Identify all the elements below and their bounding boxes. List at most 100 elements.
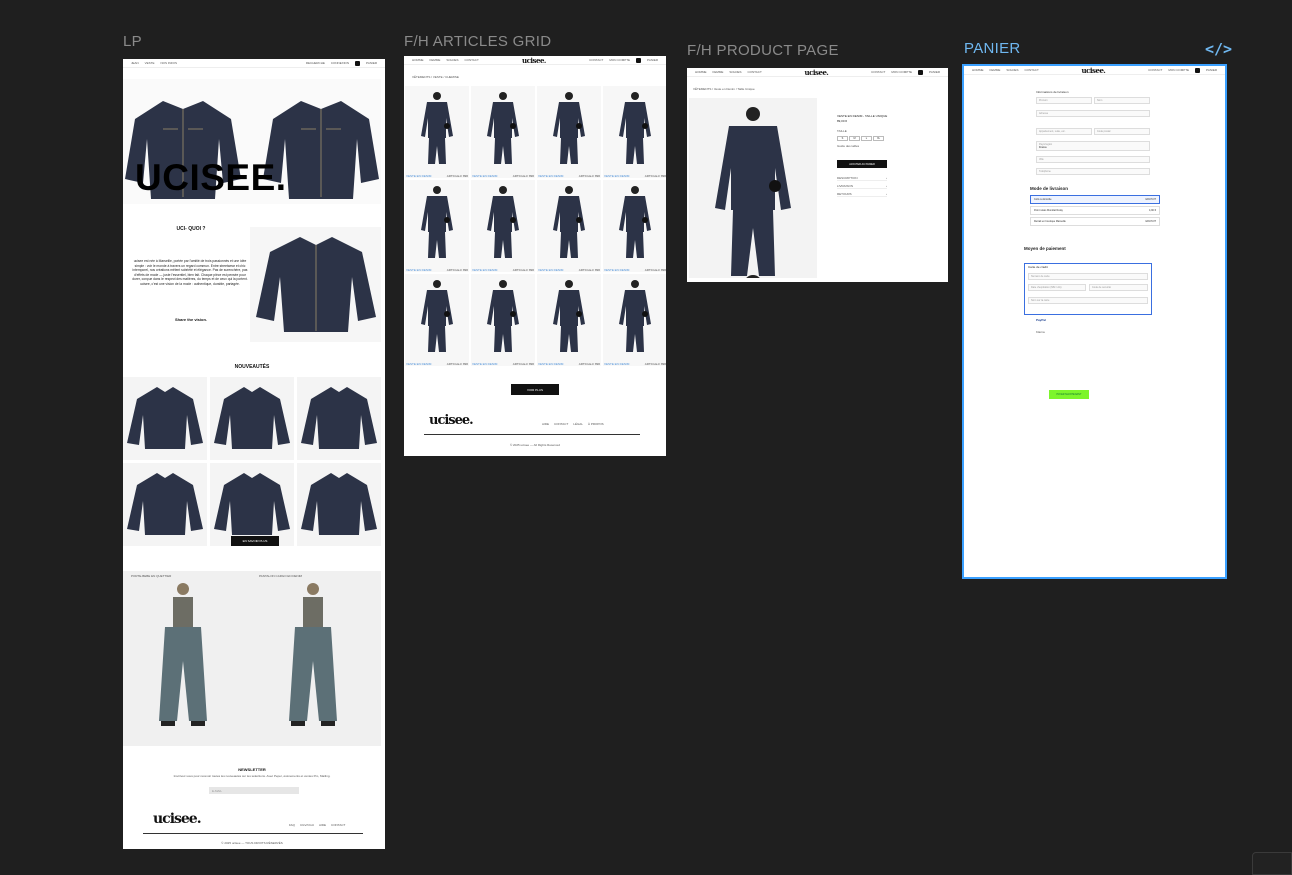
product-name[interactable]: VESTE EN DENIM: [406, 174, 431, 178]
footer-link[interactable]: AIDE: [542, 422, 549, 426]
lp-nav-item[interactable]: NOS INFOS: [161, 61, 178, 65]
product-name[interactable]: VESTE EN DENIM: [472, 174, 497, 178]
footer-link[interactable]: AIDE: [319, 823, 326, 827]
product-card[interactable]: [297, 377, 381, 460]
lp-nav-item[interactable]: VESTE: [145, 61, 155, 65]
frame-title-pdp[interactable]: F/H PRODUCT PAGE: [687, 42, 839, 59]
shipping-option-store[interactable]: Retrait en boutique Marseille GRATUIT: [1030, 217, 1160, 226]
lp-nav-item[interactable]: PANIER: [366, 61, 377, 65]
product-name[interactable]: VESTE EN DENIM: [406, 362, 431, 366]
pdp-nav-item[interactable]: CONTACT: [748, 70, 762, 74]
panier-nav-item[interactable]: MON COMPTE: [1168, 68, 1189, 72]
size-option[interactable]: S: [837, 136, 848, 141]
first-name-field[interactable]: Prénom: [1036, 97, 1092, 104]
bag-icon[interactable]: [636, 57, 642, 63]
product-name[interactable]: VESTE EN DENIM: [538, 268, 563, 272]
pay-now-button[interactable]: PAYER MAINTENANT: [1049, 390, 1089, 399]
lp-nav-item[interactable]: JEAN: [131, 61, 139, 65]
card-name-field[interactable]: Nom sur la carte: [1028, 297, 1148, 304]
size-option[interactable]: L: [861, 136, 872, 141]
bag-icon[interactable]: [355, 60, 361, 66]
address-field[interactable]: Adresse: [1036, 110, 1150, 117]
frame-title-grid[interactable]: F/H ARTICLES GRID: [404, 33, 551, 50]
country-select[interactable]: Pays/région France: [1036, 141, 1150, 151]
apartment-field[interactable]: Appartement, suite, etc.: [1036, 128, 1092, 135]
footer-link[interactable]: CGV/CGU: [300, 823, 314, 827]
canvas-corner-widget[interactable]: [1252, 852, 1292, 875]
product-card[interactable]: [123, 377, 207, 460]
grid-nav-item[interactable]: SOLDES: [446, 58, 458, 62]
product-name[interactable]: VESTE EN DENIM: [604, 362, 629, 366]
add-to-cart-button[interactable]: AJOUTER AU PANIER: [837, 160, 887, 168]
product-card[interactable]: VESTE EN DENIM ARTICLE-F 89€: [405, 274, 469, 366]
frame-grid[interactable]: HOMME FEMME SOLDES CONTACT ucisee. CONTA…: [404, 56, 666, 456]
footer-link[interactable]: CONTACT: [331, 823, 345, 827]
frame-pdp[interactable]: HOMME FEMME SOLDES CONTACT ucisee. CONTA…: [687, 68, 948, 282]
pdp-logo[interactable]: ucisee.: [805, 68, 829, 77]
card-number-field[interactable]: Numéro de carte: [1028, 273, 1148, 280]
pdp-nav-item[interactable]: HOMME: [695, 70, 707, 74]
product-card[interactable]: VESTE EN DENIM ARTICLE-F 89€: [471, 86, 535, 178]
product-name[interactable]: VESTE EN DENIM: [406, 268, 431, 272]
frame-lp[interactable]: JEAN VESTE NOS INFOS RECHERCHE CONNEXION…: [123, 59, 385, 849]
grid-nav-item[interactable]: CONTACT: [465, 58, 479, 62]
shipping-option-home[interactable]: Colis à domicile GRATUIT: [1030, 195, 1160, 204]
product-card[interactable]: [210, 377, 294, 460]
product-card[interactable]: VESTE EN DENIM ARTICLE-F 89€: [405, 180, 469, 272]
shop-more-button[interactable]: EN SAVOIR PLUS: [231, 536, 279, 546]
product-card[interactable]: VESTE EN DENIM ARTICLE-F 89€: [471, 274, 535, 366]
panier-nav-item[interactable]: PANIER: [1206, 68, 1217, 72]
grid-footer-logo[interactable]: ucisee.: [429, 413, 474, 428]
grid-nav-item[interactable]: FEMME: [430, 58, 441, 62]
pdp-breadcrumb[interactable]: VÊTEMENTS / Veste en Denim / Taille Uniq…: [693, 87, 755, 91]
size-option[interactable]: M: [849, 136, 860, 141]
card-label[interactable]: Carte de crédit: [1028, 265, 1048, 269]
lp-nav-item[interactable]: CONNEXION: [331, 61, 349, 65]
code-view-icon[interactable]: </>: [1205, 40, 1232, 58]
accordion-shipping[interactable]: LIVRAISON ›: [837, 184, 887, 189]
pdp-nav-item[interactable]: PANIER: [929, 70, 940, 74]
product-card[interactable]: VESTE EN DENIM ARTICLE-F 89€: [603, 274, 666, 366]
accordion-description[interactable]: DESCRIPTION ›: [837, 176, 887, 181]
pdp-nav-item[interactable]: CONTACT: [871, 70, 885, 74]
grid-nav-item[interactable]: CONTACT: [589, 58, 603, 62]
product-card[interactable]: VESTE EN DENIM ARTICLE-F 89€: [537, 274, 601, 366]
product-name[interactable]: VESTE EN DENIM: [604, 174, 629, 178]
accordion-returns[interactable]: RETOURS ›: [837, 192, 887, 197]
panier-nav-item[interactable]: CONTACT: [1025, 68, 1039, 72]
grid-logo[interactable]: ucisee.: [522, 56, 546, 65]
product-card[interactable]: VESTE EN DENIM ARTICLE-F 89€: [603, 86, 666, 178]
product-name[interactable]: VESTE EN DENIM: [472, 268, 497, 272]
grid-nav-item[interactable]: PANIER: [647, 58, 658, 62]
panier-nav-item[interactable]: SOLDES: [1006, 68, 1018, 72]
product-name[interactable]: VESTE EN DENIM: [538, 174, 563, 178]
footer-logo[interactable]: ucisee.: [153, 811, 202, 827]
postal-code-field[interactable]: Code postal: [1094, 128, 1150, 135]
shipping-option-relay[interactable]: Point relais Mondial Relay 4,90 €: [1030, 206, 1160, 215]
grid-nav-item[interactable]: MON COMPTE: [609, 58, 630, 62]
product-name[interactable]: VESTE EN DENIM: [604, 268, 629, 272]
klarna-option[interactable]: Klarna: [1036, 330, 1045, 334]
size-guide-link[interactable]: Guide des tailles: [837, 144, 859, 148]
pdp-nav-item[interactable]: MON COMPTE: [891, 70, 912, 74]
card-expiry-field[interactable]: Date d'expiration (MM / AA): [1028, 284, 1086, 291]
pdp-nav-item[interactable]: FEMME: [713, 70, 724, 74]
lp-nav-item[interactable]: RECHERCHE: [306, 61, 325, 65]
footer-link[interactable]: LÉGAL: [573, 422, 583, 426]
product-card[interactable]: VESTE EN DENIM ARTICLE-F 89€: [537, 180, 601, 272]
paypal-option[interactable]: PayPal: [1036, 318, 1046, 322]
editorial-caption-right[interactable]: PANTALON CARGO EN DENIM: [259, 574, 302, 578]
product-card[interactable]: VESTE EN DENIM ARTICLE-F 89€: [603, 180, 666, 272]
product-name[interactable]: VESTE EN DENIM: [472, 362, 497, 366]
bag-icon[interactable]: [1195, 67, 1201, 73]
product-card[interactable]: [297, 463, 381, 546]
product-card[interactable]: VESTE EN DENIM ARTICLE-F 89€: [405, 86, 469, 178]
product-card[interactable]: [123, 463, 207, 546]
grid-nav-item[interactable]: HOMME: [412, 58, 424, 62]
frame-panier[interactable]: HOMME FEMME SOLDES CONTACT ucisee. CONTA…: [962, 64, 1227, 579]
panier-nav-item[interactable]: CONTACT: [1148, 68, 1162, 72]
frame-title-panier[interactable]: PANIER: [964, 40, 1021, 57]
load-more-button[interactable]: VOIR PLUS: [511, 384, 559, 395]
panier-logo[interactable]: ucisee.: [1082, 66, 1106, 75]
product-name[interactable]: VESTE EN DENIM: [538, 362, 563, 366]
